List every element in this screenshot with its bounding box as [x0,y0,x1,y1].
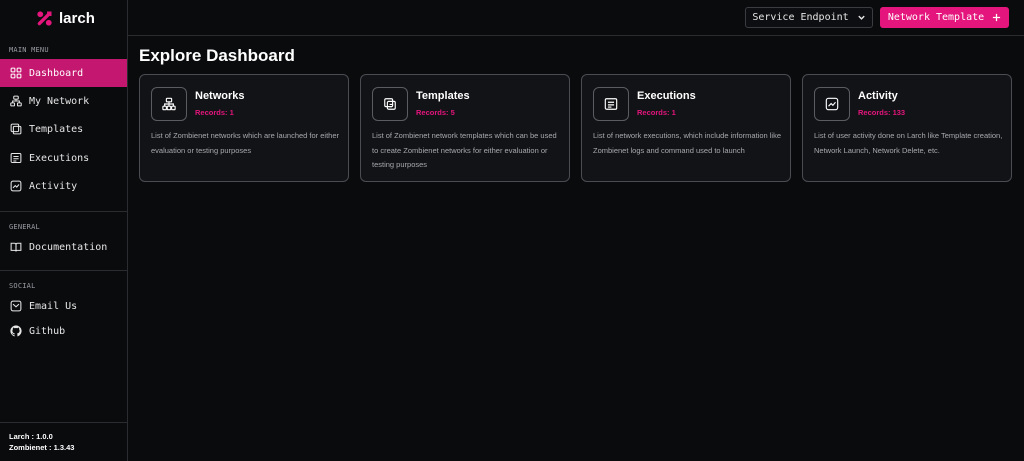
card-description: List of network executions, which includ… [593,131,782,155]
card-icon-box [151,87,187,121]
section-main-menu: MAIN MENU [9,46,49,54]
sidebar-divider [0,422,127,423]
templates-icon [10,123,22,135]
activity-chart-icon [825,97,839,111]
card-title: Networks [195,90,245,102]
card-icon-box [593,87,629,121]
card-title: Activity [858,90,898,102]
sidebar-divider [0,270,127,271]
book-icon [10,242,22,252]
sidebar: larch MAIN MENU Dashboard My Network Tem… [0,0,128,461]
sidebar-item-label: My Network [29,95,90,107]
page-title: Explore Dashboard [139,46,295,65]
sidebar-item-activity[interactable]: Activity [0,172,127,200]
sidebar-item-label: Dashboard [29,67,84,79]
card-templates[interactable]: Templates Records: 5 List of Zombienet n… [360,74,570,182]
sidebar-item-label: Executions [29,152,90,164]
card-title: Executions [637,90,696,102]
sidebar-item-label: Documentation [29,241,108,253]
larch-version: Larch : 1.0.0 [9,432,53,441]
sidebar-item-documentation[interactable]: Documentation [0,233,127,261]
sidebar-divider [0,211,127,212]
card-records: Records: 1 [637,108,676,117]
activity-icon [10,180,22,192]
sidebar-item-label: Templates [29,123,84,135]
brand[interactable]: larch [36,8,95,28]
sidebar-item-label: Github [29,325,66,337]
card-description: List of user activity done on Larch like… [814,131,1003,155]
sidebar-item-github[interactable]: Github [0,317,127,345]
section-social: SOCIAL [9,282,36,290]
card-networks[interactable]: Networks Records: 1 List of Zombienet ne… [139,74,349,182]
network-tree-icon [162,97,176,111]
github-icon [10,325,22,337]
execution-list-icon [604,98,618,110]
card-records: Records: 5 [416,108,455,117]
section-general: GENERAL [9,223,40,231]
card-records: Records: 1 [195,108,234,117]
service-endpoint-dropdown[interactable]: Service Endpoint [745,7,873,28]
sidebar-item-label: Activity [29,180,78,192]
card-activity[interactable]: Activity Records: 133 List of user activ… [802,74,1012,182]
mail-icon [10,300,22,312]
card-description: List of Zombienet network templates whic… [372,131,557,169]
sidebar-item-email-us[interactable]: Email Us [0,292,127,320]
zombienet-version: Zombienet : 1.3.43 [9,443,75,452]
card-executions[interactable]: Executions Records: 1 List of network ex… [581,74,791,182]
executions-icon [10,152,22,164]
card-records: Records: 133 [858,108,906,117]
card-title: Templates [416,90,470,102]
sidebar-item-dashboard[interactable]: Dashboard [0,59,127,87]
brand-name: larch [59,9,95,27]
sidebar-item-label: Email Us [29,300,78,312]
network-template-button[interactable]: Network Template [880,7,1009,28]
card-description: List of Zombienet networks which are lau… [151,131,340,155]
network-icon [10,95,22,107]
chevron-down-icon [857,15,865,20]
larch-logo-icon [37,10,52,26]
service-endpoint-label: Service Endpoint [752,12,849,23]
template-copy-icon [384,98,396,110]
sidebar-item-executions[interactable]: Executions [0,144,127,172]
sidebar-item-templates[interactable]: Templates [0,115,127,143]
card-icon-box [814,87,850,121]
dashboard-icon [10,67,22,79]
network-template-label: Network Template [887,12,985,23]
card-icon-box [372,87,408,121]
plus-icon [993,13,1001,22]
sidebar-item-my-network[interactable]: My Network [0,87,127,115]
